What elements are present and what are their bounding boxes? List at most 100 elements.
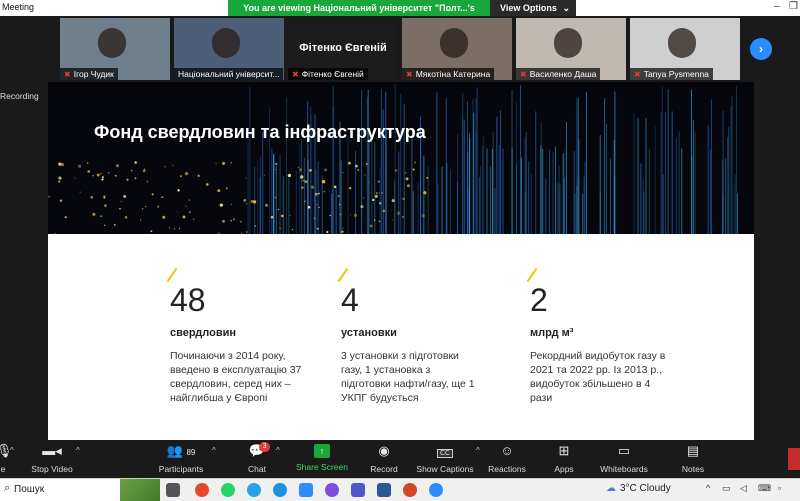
restore-icon[interactable]: ❐: [789, 1, 798, 12]
share-screen-icon: ↑: [314, 444, 330, 458]
chrome-icon[interactable]: [195, 483, 209, 497]
toolbar-label: Stop Video: [31, 464, 73, 474]
telegram-icon[interactable]: [247, 483, 261, 497]
apps-icon: ⊞: [558, 443, 570, 458]
accent-slash: [166, 267, 178, 283]
caret-up-icon[interactable]: ^: [476, 446, 480, 455]
search-highlight-image: [120, 479, 160, 501]
participant-name: Мякотіна Катерина: [415, 69, 491, 79]
toolbar-label: Whiteboards: [600, 464, 648, 474]
notification-icon[interactable]: ▫: [778, 483, 781, 493]
toolbar-chat-button[interactable]: 💬 3 Chat: [240, 442, 274, 474]
cloud-icon: ☁: [606, 483, 616, 494]
shared-slide: Фонд свердловин та інфраструктура 48 све…: [48, 82, 754, 440]
video-camera-icon: ▬◂: [42, 443, 62, 458]
participant-name-tag: ✖ Фітенко Євгеній: [288, 68, 368, 80]
stat-label: млрд м³: [530, 327, 574, 339]
minimize-icon[interactable]: –: [774, 1, 780, 12]
stat-description: 3 установки з підготовки газу, 1 установ…: [341, 350, 475, 404]
participant-name-tag: ✖ Мякотіна Катерина: [402, 68, 495, 80]
toolbar-mute-button[interactable]: 🎙 e: [0, 442, 13, 474]
end-meeting-button[interactable]: [788, 448, 800, 470]
participant-video: [98, 28, 126, 58]
stat-number: 2: [530, 282, 548, 318]
window-title: Meeting: [2, 2, 35, 12]
participant-tile[interactable]: ✖ Tanya Pysmenna: [630, 18, 740, 80]
muted-mic-icon: ✖: [64, 70, 71, 79]
stat-block-gas: 2 млрд м³ Рекордний видобуток газу в 202…: [526, 267, 670, 405]
caret-up-icon[interactable]: ^: [276, 446, 280, 455]
toolbar-label: Reactions: [488, 464, 526, 474]
recording-indicator: Recording: [0, 91, 39, 101]
toolbar-notes-button[interactable]: ▤ Notes: [679, 442, 707, 474]
participant-name: Василенко Даша: [529, 69, 597, 79]
participant-tile[interactable]: ✖ Василенко Даша: [516, 18, 626, 80]
participants-count: 89: [186, 448, 196, 457]
participant-name-tag: ✖ Tanya Pysmenna: [630, 68, 713, 80]
slide-header-image: Фонд свердловин та інфраструктура: [48, 82, 754, 234]
stat-label: установки: [341, 327, 397, 339]
reactions-icon: ☺: [500, 443, 514, 458]
participant-tile[interactable]: ✖ Мякотіна Катерина: [402, 18, 512, 80]
toolbar-label: Apps: [554, 464, 574, 474]
participant-tile[interactable]: Фітенко Євгеній ✖ Фітенко Євгеній: [288, 18, 398, 80]
captions-icon: CC: [416, 442, 474, 460]
stat-description: Рекордний видобуток газу в 2021 та 2022 …: [530, 350, 666, 404]
participant-video: [440, 28, 468, 58]
toolbar-whiteboards-button[interactable]: ▭ Whiteboards: [598, 442, 650, 474]
toolbar-record-button[interactable]: ◉ Record: [366, 442, 402, 474]
participant-name-tag: Національний університ...: [174, 68, 284, 80]
data-streaks-graphic: [48, 84, 739, 234]
participant-tile[interactable]: Національний університ...: [174, 18, 284, 80]
muted-mic-icon: ✖: [406, 70, 413, 79]
teams-icon[interactable]: [351, 483, 365, 497]
weather-widget[interactable]: ☁ 3°C Cloudy: [606, 483, 671, 494]
language-icon[interactable]: ⌨: [758, 483, 771, 494]
chevron-right-icon: ›: [759, 42, 763, 56]
whatsapp-icon[interactable]: [221, 483, 235, 497]
word-icon[interactable]: [377, 483, 391, 497]
whiteboard-icon: ▭: [617, 443, 631, 458]
participant-name: Фітенко Євгеній: [301, 69, 364, 79]
participant-name: Національний університ...: [178, 69, 280, 79]
participant-name: Ігор Чудик: [73, 69, 114, 79]
stat-number: 48: [170, 282, 206, 318]
stat-description: Починаючи з 2014 року, введено в експлуа…: [170, 350, 302, 404]
network-icon[interactable]: ▭: [722, 483, 731, 494]
toolbar-share-screen-button[interactable]: ↑ Share Screen: [296, 442, 348, 472]
toolbar-show-captions-button[interactable]: CC Show Captions: [416, 442, 474, 474]
toolbar-label: Participants: [158, 464, 204, 474]
taskbar-search-box[interactable]: ⌕ Пошук: [0, 479, 160, 501]
screen-share-banner: You are viewing Національний університет…: [228, 0, 490, 29]
speaker-icon[interactable]: ◁: [740, 483, 747, 494]
search-icon: ⌕: [4, 482, 11, 494]
stat-label: свердловин: [170, 327, 237, 339]
accent-slash: [526, 267, 538, 283]
toolbar-label: Show Captions: [416, 464, 474, 474]
search-placeholder: Пошук: [14, 484, 45, 495]
toolbar-apps-button[interactable]: ⊞ Apps: [551, 442, 577, 474]
stat-block-units: 4 установки 3 установки з підготовки газ…: [337, 267, 481, 405]
opera-icon[interactable]: [403, 483, 417, 497]
viber-icon[interactable]: [325, 483, 339, 497]
next-page-button[interactable]: ›: [750, 38, 772, 60]
meeting-toolbar: 🎙 e ^ ▬◂ Stop Video ^ 👥 89 Participants …: [0, 440, 800, 478]
toolbar-participants-button[interactable]: 👥 89 Participants: [155, 442, 207, 474]
zoom-icon[interactable]: [299, 483, 313, 497]
chevron-up-icon[interactable]: ^: [706, 483, 710, 493]
caret-up-icon[interactable]: ^: [10, 446, 14, 455]
caret-up-icon[interactable]: ^: [76, 446, 80, 455]
task-view-icon[interactable]: [166, 483, 180, 497]
edge-icon[interactable]: [273, 483, 287, 497]
view-options-button[interactable]: View Options ⌄: [490, 0, 576, 16]
zoom-meeting-icon[interactable]: [429, 483, 443, 497]
participant-name-tag: ✖ Василенко Даша: [516, 68, 601, 80]
toolbar-label: Share Screen: [296, 462, 348, 472]
toolbar-stop-video-button[interactable]: ▬◂ Stop Video: [28, 442, 76, 474]
participant-tile[interactable]: ✖ Ігор Чудик: [60, 18, 170, 80]
stat-block-wells: 48 свердловин Починаючи з 2014 року, вве…: [166, 267, 310, 405]
caret-up-icon[interactable]: ^: [212, 446, 216, 455]
record-icon: ◉: [378, 443, 390, 458]
participants-icon: 👥 89: [166, 443, 196, 458]
toolbar-reactions-button[interactable]: ☺ Reactions: [487, 442, 527, 474]
